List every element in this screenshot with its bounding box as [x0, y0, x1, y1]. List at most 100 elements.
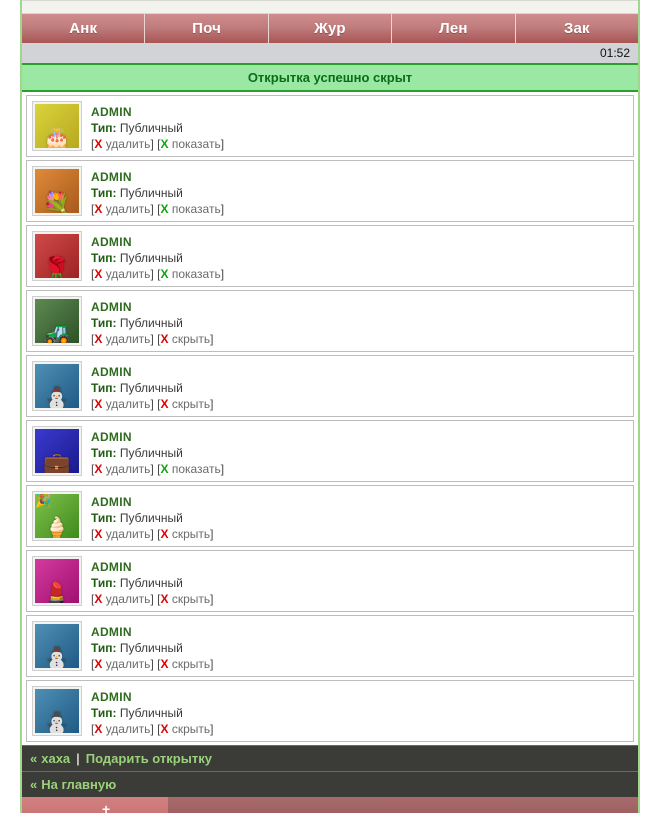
postcard-row[interactable]: 🌹 ADMIN Тип: Публичный [X удалить] [X показ…: [26, 225, 634, 287]
tab-label: Лен: [439, 20, 468, 37]
postcard-row[interactable]: ⛄ ADMIN Тип: Публичный [X удалить] [X скрыт…: [26, 615, 634, 677]
thumb-glyph-icon: 💄: [43, 581, 71, 605]
card-thumb-snowman[interactable]: ⛄: [33, 687, 81, 735]
toggle-visibility-link[interactable]: [X показать]: [157, 202, 224, 216]
footer-breadcrumb-bar: « хаха | Подарить открытку: [22, 745, 638, 771]
delete-postcard-link-label: удалить: [105, 462, 151, 477]
postcard-meta: ADMIN Тип: Публичный [X удалить] [X скрыть…: [81, 557, 213, 608]
postcard-type-row: Тип: Публичный: [91, 185, 224, 201]
card-thumb-cake[interactable]: 🎂: [33, 102, 81, 150]
thumb-glyph-icon: 🚜: [43, 321, 71, 345]
toggle-visibility-link-label: скрыть: [171, 397, 211, 412]
toggle-visibility-link-label: показать: [171, 202, 221, 217]
postcard-type-value: Публичный: [119, 381, 183, 396]
card-thumb-snowman[interactable]: ⛄: [33, 622, 81, 670]
postcard-type-key: Тип:: [91, 641, 117, 656]
close-x-icon: X: [160, 462, 169, 477]
delete-postcard-link[interactable]: [X удалить]: [91, 527, 154, 541]
page-root: Анк Поч Жур Лен Зак 01:52 Открытка успешно с…: [0, 0, 660, 813]
delete-postcard-link[interactable]: [X удалить]: [91, 462, 154, 476]
delete-postcard-link-label: удалить: [105, 267, 151, 282]
toggle-visibility-link[interactable]: [X показать]: [157, 137, 224, 151]
toggle-visibility-link[interactable]: [X показать]: [157, 267, 224, 281]
toggle-visibility-link[interactable]: [X скрыть]: [157, 592, 213, 606]
footer-link-gift-postcard[interactable]: Подарить открытку: [86, 751, 212, 766]
postcard-actions: [X удалить] [X показать]: [91, 201, 224, 217]
card-thumb-red-flowers[interactable]: 🌹: [33, 232, 81, 280]
footer-link-haha[interactable]: хаха: [41, 751, 70, 766]
tab-pochta[interactable]: Поч: [145, 14, 269, 43]
postcard-row[interactable]: 💐 ADMIN Тип: Публичный [X удалить] [X показ…: [26, 160, 634, 222]
bottom-banner-strip[interactable]: +: [22, 797, 638, 813]
delete-postcard-link[interactable]: [X удалить]: [91, 722, 154, 736]
postcard-actions: [X удалить] [X показать]: [91, 266, 224, 282]
postcard-row[interactable]: 💼 ADMIN Тип: Публичный [X удалить] [X показ…: [26, 420, 634, 482]
delete-postcard-link[interactable]: [X удалить]: [91, 592, 154, 606]
postcard-type-row: Тип: Публичный: [91, 640, 213, 656]
toggle-visibility-link-label: скрыть: [171, 657, 211, 672]
delete-postcard-link[interactable]: [X удалить]: [91, 267, 154, 281]
postcard-meta: ADMIN Тип: Публичный [X удалить] [X показа…: [81, 427, 224, 478]
postcard-row[interactable]: 🚜 ADMIN Тип: Публичный [X удалить] [X скрыт…: [26, 290, 634, 352]
postcard-type-value: Публичный: [119, 576, 183, 591]
postcard-row[interactable]: 🎉 🍦 ADMIN Тип: Публичный [X удалить] [X скры…: [26, 485, 634, 547]
bottom-banner-fill: [22, 797, 168, 813]
postcard-type-value: Публичный: [119, 316, 183, 331]
close-x-icon: X: [94, 722, 103, 737]
delete-postcard-link[interactable]: [X удалить]: [91, 137, 154, 151]
bracket-close: ]: [150, 657, 154, 672]
tab-zhurnal[interactable]: Жур: [268, 14, 393, 43]
bracket-close: ]: [150, 722, 154, 737]
plus-icon[interactable]: +: [102, 802, 110, 813]
tab-lenta[interactable]: Лен: [392, 14, 516, 43]
card-thumb-cosmetics[interactable]: 💄: [33, 557, 81, 605]
postcard-type-row: Тип: Публичный: [91, 250, 224, 266]
postcard-owner: ADMIN: [91, 170, 132, 184]
postcard-row[interactable]: 💄 ADMIN Тип: Публичный [X удалить] [X скрыт…: [26, 550, 634, 612]
card-thumb-tank[interactable]: 🚜: [33, 297, 81, 345]
success-notice: Открытка успешно скрыт: [22, 65, 638, 92]
card-thumb-snowman[interactable]: ⛄: [33, 362, 81, 410]
bracket-close: ]: [220, 462, 225, 477]
postcard-meta: ADMIN Тип: Публичный [X удалить] [X скрыть…: [81, 362, 213, 413]
postcard-type-value: Публичный: [119, 186, 183, 201]
postcard-type-key: Тип:: [91, 316, 117, 331]
close-x-icon: X: [160, 722, 169, 737]
close-x-icon: X: [94, 592, 103, 607]
footer-link-home[interactable]: На главную: [41, 777, 116, 792]
delete-postcard-link[interactable]: [X удалить]: [91, 332, 154, 346]
postcard-actions: [X удалить] [X скрыть]: [91, 591, 213, 607]
tab-zakladki[interactable]: Зак: [515, 14, 638, 43]
card-thumb-briefcase[interactable]: 💼: [33, 427, 81, 475]
delete-postcard-link[interactable]: [X удалить]: [91, 397, 154, 411]
postcard-row[interactable]: ⛄ ADMIN Тип: Публичный [X удалить] [X скрыт…: [26, 680, 634, 742]
toggle-visibility-link[interactable]: [X скрыть]: [157, 332, 213, 346]
bracket-close: ]: [210, 657, 214, 672]
bracket-close: ]: [210, 332, 214, 347]
bracket-close: ]: [150, 332, 154, 347]
delete-postcard-link[interactable]: [X удалить]: [91, 202, 154, 216]
thumb-glyph-icon: 🎂: [43, 126, 71, 150]
top-tab-bar: Анк Поч Жур Лен Зак: [22, 14, 638, 43]
close-x-icon: X: [160, 267, 169, 282]
toggle-visibility-link-label: скрыть: [171, 332, 211, 347]
toggle-visibility-link[interactable]: [X скрыть]: [157, 722, 213, 736]
postcard-row[interactable]: ⛄ ADMIN Тип: Публичный [X удалить] [X скрыт…: [26, 355, 634, 417]
postcard-row[interactable]: 🎂 ADMIN Тип: Публичный [X удалить] [X показ…: [26, 95, 634, 157]
bracket-close: ]: [210, 592, 214, 607]
card-thumb-icecream[interactable]: 🎉 🍦: [33, 492, 81, 540]
tab-label: Поч: [192, 20, 222, 37]
tab-anketa[interactable]: Анк: [22, 14, 146, 43]
toggle-visibility-link[interactable]: [X скрыть]: [157, 527, 213, 541]
thumb-glyph-icon: 💼: [43, 451, 71, 475]
postcard-type-key: Тип:: [91, 576, 117, 591]
delete-postcard-link-label: удалить: [105, 527, 151, 542]
toggle-visibility-link[interactable]: [X скрыть]: [157, 397, 213, 411]
postcard-meta: ADMIN Тип: Публичный [X удалить] [X показа…: [81, 232, 224, 283]
toggle-visibility-link[interactable]: [X скрыть]: [157, 657, 213, 671]
postcard-type-key: Тип:: [91, 706, 117, 721]
delete-postcard-link[interactable]: [X удалить]: [91, 657, 154, 671]
postcard-type-value: Публичный: [119, 706, 183, 721]
card-thumb-flowers-ribbon[interactable]: 💐: [33, 167, 81, 215]
toggle-visibility-link[interactable]: [X показать]: [157, 462, 224, 476]
